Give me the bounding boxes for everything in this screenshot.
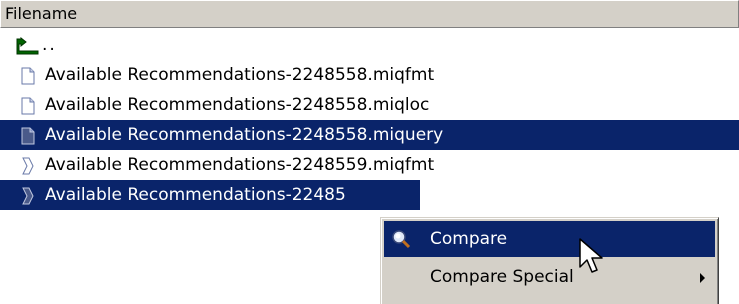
file-row[interactable]: Available Recommendations-2248558.miqloc bbox=[0, 90, 739, 120]
file-row[interactable]: Available Recommendations-2248559.miqfmt bbox=[0, 150, 739, 180]
file-row-selected[interactable]: Available Recommendations-2248558.miquer… bbox=[0, 120, 739, 150]
filename-header-label: Filename bbox=[5, 4, 78, 23]
up-folder-icon bbox=[16, 37, 39, 55]
file-list: .. Available Recommendations-2248558.miq… bbox=[0, 30, 739, 210]
ribbon-document-icon bbox=[22, 157, 34, 175]
file-name: Available Recommendations-2248558.miqloc bbox=[45, 95, 430, 115]
file-row-selected[interactable]: Available Recommendations-22485 bbox=[0, 180, 420, 210]
ribbon-document-icon bbox=[22, 187, 34, 205]
compare-menu-item[interactable]: Compare bbox=[384, 221, 715, 257]
magnifier-icon bbox=[392, 230, 411, 249]
file-name: Available Recommendations-2248559.miqfmt bbox=[45, 155, 435, 175]
document-icon bbox=[21, 67, 35, 85]
filename-column-header[interactable]: Filename bbox=[0, 0, 739, 28]
document-icon bbox=[21, 97, 35, 115]
file-name: Available Recommendations-2248558.miqfmt bbox=[45, 65, 435, 85]
mouse-pointer-icon bbox=[579, 238, 603, 273]
context-menu: Compare Compare Special bbox=[380, 217, 719, 304]
compare-special-menu-item[interactable]: Compare Special bbox=[384, 259, 715, 295]
file-name: .. bbox=[42, 35, 57, 55]
file-name: Available Recommendations-2248558.miquer… bbox=[45, 125, 444, 145]
file-name: Available Recommendations-22485 bbox=[45, 185, 346, 205]
file-row-parent[interactable]: .. bbox=[0, 30, 739, 60]
menu-item-label: Compare bbox=[430, 229, 508, 249]
menu-item-label: Compare Special bbox=[430, 267, 574, 287]
document-icon bbox=[21, 127, 35, 145]
submenu-arrow-icon bbox=[700, 273, 705, 283]
file-row[interactable]: Available Recommendations-2248558.miqfmt bbox=[0, 60, 739, 90]
